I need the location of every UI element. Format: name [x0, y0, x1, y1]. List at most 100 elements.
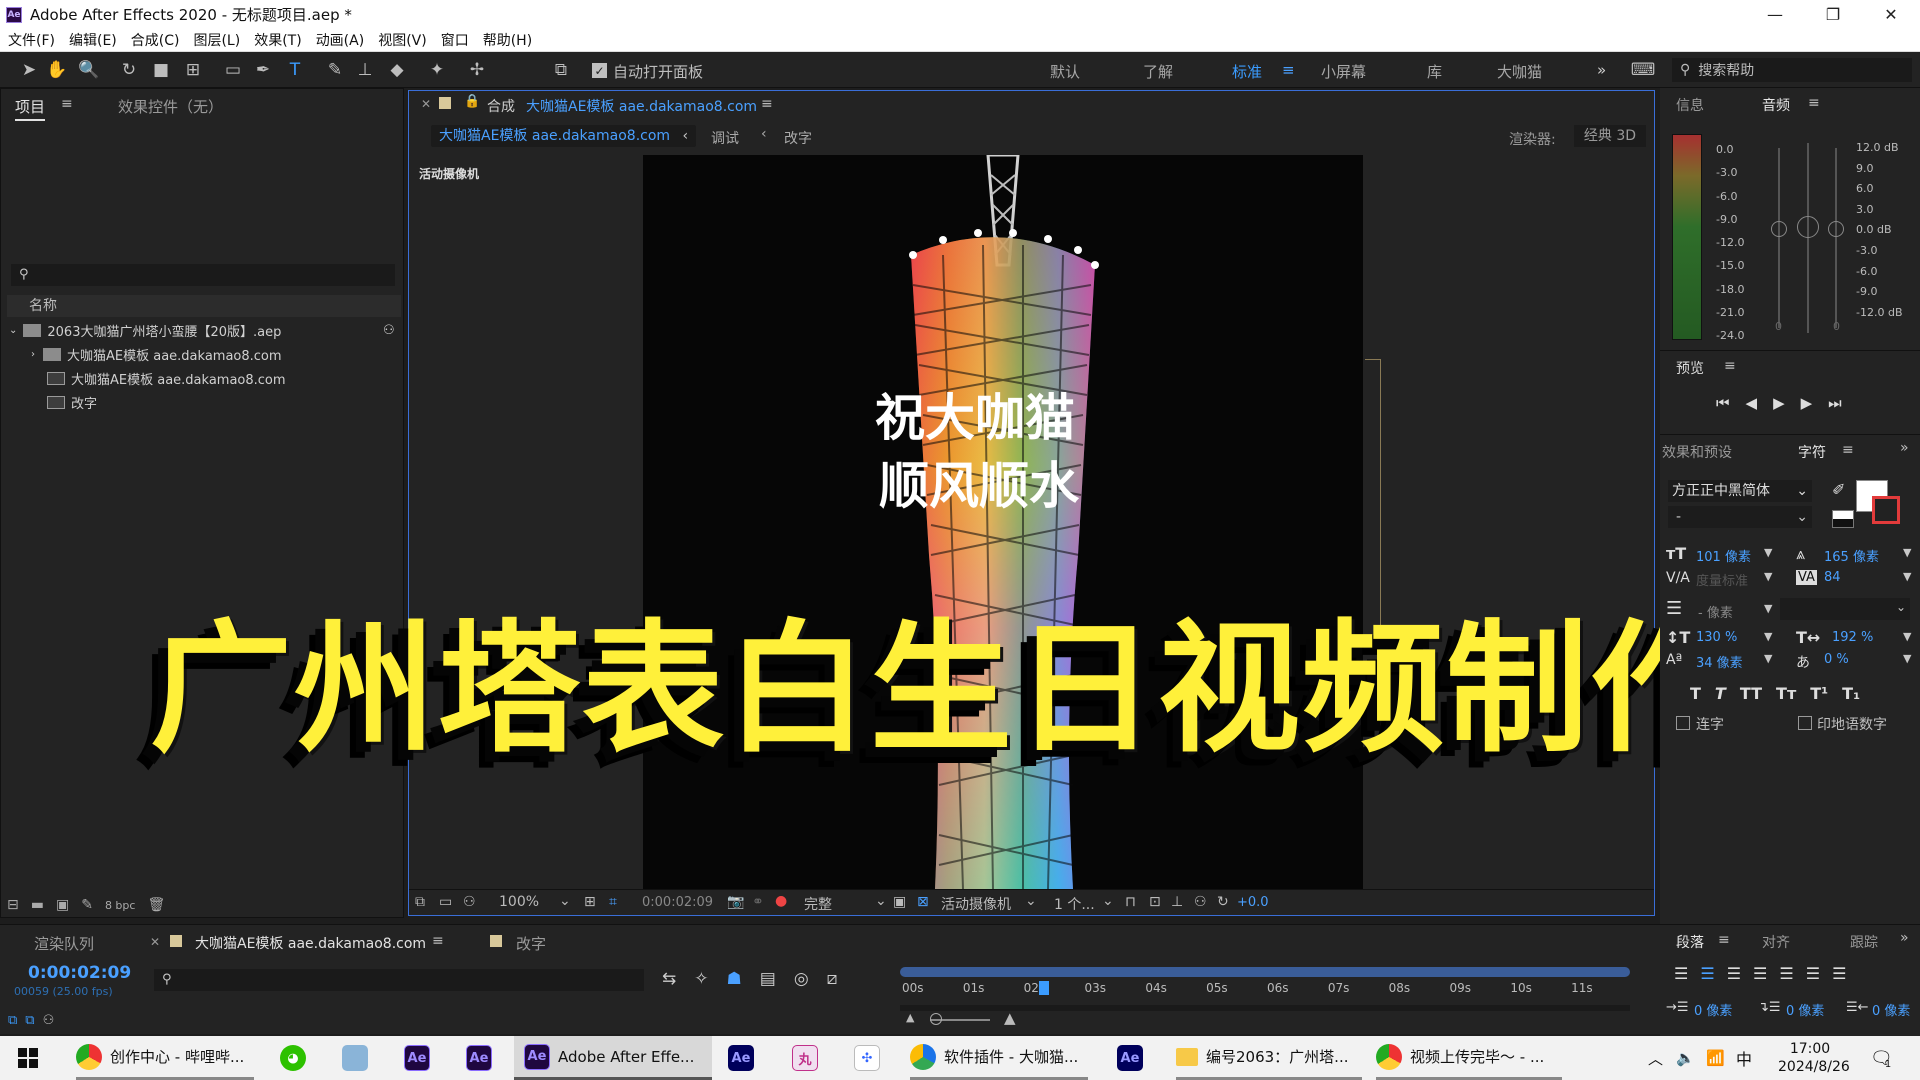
taskbar-item-chrome-bilibili[interactable]: 创作中心 - 哔哩哔... — [76, 1036, 254, 1080]
puppet-tool-icon[interactable]: ✢ — [466, 59, 488, 81]
tab-effect-controls[interactable]: 效果控件（无） — [118, 96, 223, 117]
graph-editor-icon[interactable]: ⧄ — [827, 969, 838, 989]
tsume-value[interactable]: 0 % — [1824, 652, 1849, 667]
align-right-icon[interactable]: ☰ — [1727, 964, 1741, 983]
justify-center-icon[interactable]: ☰ — [1779, 964, 1793, 983]
audio-slider-right[interactable] — [1828, 221, 1844, 237]
taskbar-item-ae-2[interactable]: Ae — [466, 1036, 500, 1080]
stroke-type-select[interactable]: ⌄ — [1780, 598, 1910, 620]
frame-blending-icon[interactable]: ▤ — [760, 969, 776, 989]
tracking-value[interactable]: 84 — [1824, 570, 1841, 585]
pan-behind-tool-icon[interactable]: ⊞ — [182, 59, 204, 81]
vertical-scale-value[interactable]: 130 % — [1696, 630, 1737, 645]
character-menu-icon[interactable]: ≡ — [1842, 442, 1854, 458]
comp-tab-name[interactable]: 大咖猫AE模板 aae.dakamao8.com — [526, 96, 757, 116]
chevron-down-icon[interactable]: ⌄ — [1102, 893, 1114, 909]
comp-panel-menu-icon[interactable]: ≡ — [761, 96, 773, 112]
stroke-width-value[interactable]: - 像素 — [1698, 602, 1733, 621]
chevron-down-icon[interactable]: ▼ — [1903, 570, 1911, 583]
zoom-in-icon[interactable]: ▲ — [1004, 1009, 1016, 1027]
flowchart-icon[interactable]: ⚇ — [383, 323, 395, 338]
motion-blur-icon[interactable]: ◎ — [794, 969, 809, 989]
show-snapshot-icon[interactable]: ⚭ — [752, 894, 764, 910]
chevron-down-icon[interactable]: ⌄ — [875, 893, 887, 909]
minimize-button[interactable]: — — [1746, 0, 1804, 29]
list-item[interactable]: 大咖猫AE模板 aae.dakamao8.com — [1, 367, 401, 390]
taskbar-item-chrome-plugins[interactable]: 软件插件 - 大咖猫... — [910, 1036, 1088, 1080]
chevron-down-icon[interactable]: ▼ — [1764, 652, 1772, 665]
flowchart-icon[interactable]: ⚇ — [1194, 894, 1207, 910]
more-workspaces-button[interactable]: » — [1597, 61, 1606, 79]
views-select[interactable]: 1 个... — [1054, 894, 1095, 914]
next-frame-icon[interactable]: ▶ — [1801, 394, 1813, 412]
ime-indicator[interactable]: 中 — [1736, 1036, 1752, 1080]
audio-menu-icon[interactable]: ≡ — [1808, 95, 1820, 111]
tab-align[interactable]: 对齐 — [1762, 932, 1790, 952]
taskbar-item-ae-3[interactable]: Ae — [728, 1036, 762, 1080]
snapping-icon[interactable]: ⧉ — [550, 59, 572, 81]
chevron-down-icon[interactable]: ▼ — [1764, 546, 1772, 559]
rotate-tool-icon[interactable]: ↻ — [118, 59, 140, 81]
taskbar-item-after-effects-active[interactable]: Ae Adobe After Effe... — [514, 1036, 712, 1080]
reset-exposure-icon[interactable]: ↻ — [1217, 894, 1229, 910]
close-button[interactable]: ✕ — [1862, 0, 1920, 29]
start-button[interactable] — [18, 1036, 38, 1080]
region-of-interest-icon[interactable]: ⌗ — [609, 894, 617, 910]
timeline-icon[interactable]: ⊥ — [1171, 894, 1183, 910]
close-tab-icon[interactable]: ✕ — [150, 935, 160, 949]
lock-icon[interactable]: 🔒 — [464, 94, 480, 109]
indent-right-value[interactable]: 0 像素 — [1872, 1000, 1910, 1019]
chevron-down-icon[interactable]: ▼ — [1764, 602, 1772, 615]
menu-animation[interactable]: 动画(A) — [316, 30, 365, 50]
eraser-tool-icon[interactable]: ◆ — [386, 59, 408, 81]
first-frame-icon[interactable]: ⏮ — [1716, 394, 1730, 412]
chevron-down-icon[interactable]: ▼ — [1764, 630, 1772, 643]
color-channels-icon[interactable]: ● — [775, 893, 787, 909]
indent-left-value[interactable]: 0 像素 — [1694, 1000, 1732, 1019]
name-column-header[interactable]: 名称 — [7, 295, 401, 317]
workspace-learn[interactable]: 了解 — [1143, 61, 1173, 82]
menu-edit[interactable]: 编辑(E) — [69, 30, 117, 50]
leading-value[interactable]: 165 像素 — [1824, 546, 1879, 565]
pen-tool-icon[interactable]: ✒ — [252, 59, 274, 81]
list-item[interactable]: › 大咖猫AE模板 aae.dakamao8.com — [1, 343, 401, 366]
exposure-value[interactable]: +0.0 — [1237, 895, 1269, 910]
play-icon[interactable]: ▶ — [1773, 394, 1785, 412]
menu-layer[interactable]: 图层(L) — [193, 30, 240, 50]
chevron-down-icon[interactable]: ▼ — [1903, 652, 1911, 665]
workspace-small-screen[interactable]: 小屏幕 — [1321, 61, 1366, 82]
rectangle-tool-icon[interactable]: ▭ — [222, 59, 244, 81]
delete-icon[interactable]: 🗑 — [147, 897, 165, 913]
workspace-dakamao[interactable]: 大咖猫 — [1497, 61, 1542, 82]
camera-tool-icon[interactable]: ■ — [150, 59, 172, 81]
network-icon[interactable]: 📶 — [1706, 1036, 1725, 1080]
view-camera-select[interactable]: 活动摄像机 — [941, 894, 1011, 914]
justify-left-icon[interactable]: ☰ — [1753, 964, 1767, 983]
tab-paragraph[interactable]: 段落 — [1676, 932, 1704, 952]
breadcrumb-edit-text[interactable]: 改字 — [784, 128, 812, 148]
keyboard-shortcut-icon[interactable]: ⌨ — [1631, 59, 1656, 81]
all-caps-button[interactable]: TT — [1740, 684, 1762, 703]
font-family-select[interactable]: 方正正中黑简体 ⌄ — [1668, 480, 1812, 502]
baseline-shift-value[interactable]: 34 像素 — [1696, 652, 1743, 671]
tab-edit-text[interactable]: 改字 — [516, 933, 546, 954]
zoom-slider-handle[interactable] — [930, 1013, 942, 1025]
hand-tool-icon[interactable]: ✋ — [46, 59, 68, 81]
faux-italic-button[interactable]: T — [1715, 684, 1726, 703]
kerning-value[interactable]: 度量标准 — [1696, 570, 1748, 589]
chevron-down-icon[interactable]: ▼ — [1764, 570, 1772, 583]
prev-frame-icon[interactable]: ◀ — [1746, 394, 1758, 412]
tab-project[interactable]: 项目 — [15, 96, 46, 121]
tab-effects-presets[interactable]: 效果和预设 — [1662, 442, 1732, 462]
horizontal-scale-value[interactable]: 192 % — [1832, 630, 1873, 645]
taskbar-item-wechat[interactable]: ◕ — [280, 1036, 314, 1080]
subscript-button[interactable]: T₁ — [1842, 684, 1860, 703]
taskbar-item-cloud[interactable]: ✣ — [854, 1036, 888, 1080]
3d-draft-icon[interactable]: ⊠ — [917, 894, 929, 910]
brush-tool-icon[interactable]: ✎ — [324, 59, 346, 81]
project-settings-icon[interactable]: ✎ — [81, 897, 93, 913]
toggle-transparency-icon[interactable]: ▣ — [893, 894, 906, 910]
timeline-search-input[interactable]: ⚲ — [154, 969, 644, 991]
workspace-library[interactable]: 库 — [1427, 61, 1442, 82]
align-center-icon[interactable]: ☰ — [1700, 964, 1714, 983]
